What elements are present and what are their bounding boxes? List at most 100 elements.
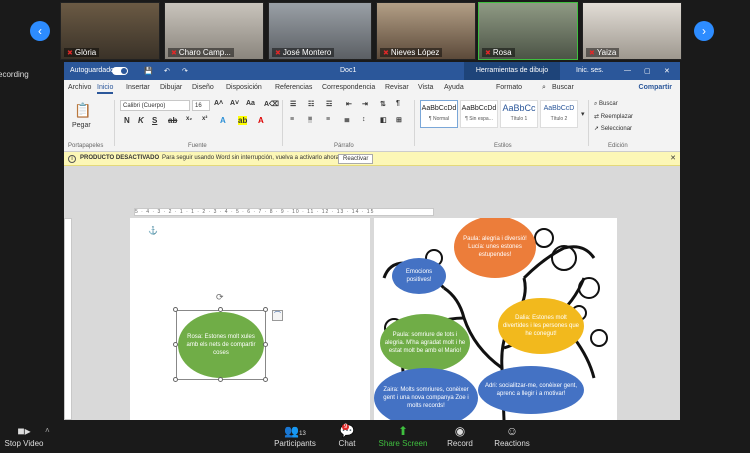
style-heading-2[interactable]: AaBbCcD Título 2: [540, 100, 578, 128]
document-page-2[interactable]: Paula: alegria i diversió! Lucía: unes e…: [374, 218, 617, 420]
grow-font-icon[interactable]: A˄: [214, 100, 223, 107]
paste-label[interactable]: Pegar: [72, 122, 91, 129]
bold-icon[interactable]: N: [124, 116, 130, 125]
undo-icon[interactable]: ↶: [164, 67, 170, 75]
tab-referencias[interactable]: Referencias: [275, 84, 312, 91]
shape-bubble[interactable]: Paula: alegria i diversió! Lucía: unes e…: [454, 218, 536, 278]
shape-bubble[interactable]: Zaira: Molts somriures, conèixer gent i …: [374, 368, 478, 420]
italic-icon[interactable]: K: [138, 116, 144, 125]
style-heading-1[interactable]: AaBbCc Título 1: [500, 100, 538, 128]
resize-handle[interactable]: [173, 342, 178, 347]
shape-bubble[interactable]: Emocions positives!: [392, 258, 446, 294]
chat-button[interactable]: 💬 9 Chat: [332, 424, 362, 448]
share-screen-button[interactable]: ⬆ Share Screen: [378, 424, 428, 448]
resize-handle[interactable]: [173, 307, 178, 312]
sort-icon[interactable]: ⇅: [380, 100, 386, 108]
clear-format-icon[interactable]: A⌫: [264, 100, 279, 108]
justify-icon[interactable]: ≣: [344, 116, 350, 124]
superscript-icon[interactable]: x²: [202, 116, 207, 122]
participant-tile[interactable]: ✖ Rosa: [478, 2, 578, 60]
tab-formato[interactable]: Formato: [496, 84, 522, 91]
tab-disposicion[interactable]: Disposición: [226, 84, 262, 91]
drawing-tools-tab[interactable]: Herramientas de dibujo: [464, 62, 560, 80]
tab-ayuda[interactable]: Ayuda: [444, 84, 464, 91]
font-name-select[interactable]: Calibri (Cuerpo): [120, 100, 190, 111]
change-case-icon[interactable]: Aa: [246, 100, 255, 107]
product-deactivated-bar: i PRODUCTO DESACTIVADO Para seguir usand…: [64, 152, 680, 166]
reactivate-button[interactable]: Reactivar: [338, 154, 374, 164]
numbering-icon[interactable]: ☷: [308, 100, 314, 108]
tab-inicio[interactable]: Inicio: [97, 84, 114, 94]
align-left-icon[interactable]: ≡: [290, 116, 294, 123]
record-button[interactable]: ◉ Record: [442, 424, 478, 448]
tab-revisar[interactable]: Revisar: [385, 84, 409, 91]
shape-bubble[interactable]: Adri: socialitzar-me, conèixer gent, apr…: [478, 366, 584, 414]
document-page-1[interactable]: ⚓ Rosa: Estones molt xules amb els nets …: [130, 218, 370, 420]
replace-button[interactable]: ⇄ Reemplazar: [594, 113, 633, 120]
highlight-icon[interactable]: ab: [238, 116, 248, 125]
chevron-up-icon[interactable]: ˄: [45, 426, 50, 435]
decrease-indent-icon[interactable]: ⇤: [346, 100, 352, 108]
gallery-next-button[interactable]: ›: [694, 21, 714, 41]
tab-correspondencia[interactable]: Correspondencia: [322, 84, 375, 91]
align-right-icon[interactable]: ≡: [326, 116, 330, 123]
select-button[interactable]: ➚ Seleccionar: [594, 125, 632, 132]
reactions-button[interactable]: ☺ Reactions: [492, 424, 532, 448]
minimize-icon[interactable]: —: [624, 67, 631, 74]
tab-dibujar[interactable]: Dibujar: [160, 84, 182, 91]
style-normal[interactable]: AaBbCcDd ¶ Normal: [420, 100, 458, 128]
shading-icon[interactable]: ◧: [380, 116, 387, 124]
increase-indent-icon[interactable]: ⇥: [362, 100, 368, 108]
bullets-icon[interactable]: ☰: [290, 100, 296, 108]
font-color-icon[interactable]: A: [258, 116, 264, 125]
resize-handle[interactable]: [263, 307, 268, 312]
redo-icon[interactable]: ↷: [182, 67, 188, 75]
paste-icon[interactable]: 📋: [74, 102, 91, 119]
pilcrow-icon[interactable]: ¶: [396, 100, 400, 107]
save-icon[interactable]: 💾: [144, 67, 153, 75]
search-label[interactable]: Buscar: [552, 84, 574, 91]
resize-handle[interactable]: [263, 342, 268, 347]
rotate-handle-icon[interactable]: ⟳: [216, 292, 224, 303]
share-button[interactable]: Compartir: [639, 84, 672, 91]
participants-button[interactable]: 👥13 Participants: [270, 424, 320, 448]
subscript-icon[interactable]: x₂: [186, 116, 192, 122]
participant-tile[interactable]: ✖ José Montero: [268, 2, 372, 60]
find-button[interactable]: ⌕ Buscar: [594, 101, 618, 108]
search-icon[interactable]: ⌕: [542, 84, 546, 92]
tab-archivo[interactable]: Archivo: [68, 84, 91, 91]
align-center-icon[interactable]: ≡: [308, 116, 313, 123]
participant-tile[interactable]: ✖ Yaiza: [582, 2, 682, 60]
tab-insertar[interactable]: Insertar: [126, 84, 150, 91]
strikethrough-icon[interactable]: ab: [168, 116, 177, 125]
close-icon[interactable]: ✕: [664, 67, 670, 75]
participant-tile[interactable]: ✖ Charo Camp...: [164, 2, 264, 60]
shape-bubble[interactable]: Dalia: Estones molt divertides i les per…: [498, 298, 584, 354]
maximize-icon[interactable]: ▢: [644, 67, 651, 75]
multilevel-list-icon[interactable]: ☲: [326, 100, 332, 108]
font-size-select[interactable]: 16: [192, 100, 210, 111]
tab-vista[interactable]: Vista: [418, 84, 433, 91]
resize-handle[interactable]: [173, 377, 178, 382]
resize-handle[interactable]: [218, 377, 223, 382]
shrink-font-icon[interactable]: A˅: [230, 100, 239, 107]
stop-video-button[interactable]: ■▸ Stop Video: [4, 424, 44, 448]
resize-handle[interactable]: [263, 377, 268, 382]
participant-tile[interactable]: ✖ Glòria: [60, 2, 160, 60]
signin-link[interactable]: Inic. ses.: [576, 67, 604, 74]
styles-more-icon[interactable]: ▾: [581, 110, 585, 118]
style-no-spacing[interactable]: AaBbCcDd ¶ Sin espa...: [460, 100, 498, 128]
line-spacing-icon[interactable]: ↕: [362, 116, 366, 123]
borders-icon[interactable]: ⊞: [396, 116, 402, 124]
underline-icon[interactable]: S: [152, 116, 157, 125]
participant-tile[interactable]: ✖ Nieves López: [376, 2, 476, 60]
layout-options-icon[interactable]: ⌒: [272, 310, 283, 321]
shape-bubble[interactable]: Rosa: Estones molt xules amb els nets de…: [178, 312, 264, 378]
tab-diseno[interactable]: Diseño: [192, 84, 214, 91]
autosave-toggle[interactable]: [112, 67, 128, 75]
gallery-prev-button[interactable]: ‹: [30, 21, 50, 41]
shape-bubble[interactable]: Paula: somriure de tots i alegria. M'ha …: [380, 314, 470, 372]
resize-handle[interactable]: [218, 307, 223, 312]
close-icon[interactable]: ✕: [670, 154, 676, 162]
text-effects-icon[interactable]: A: [220, 116, 226, 125]
